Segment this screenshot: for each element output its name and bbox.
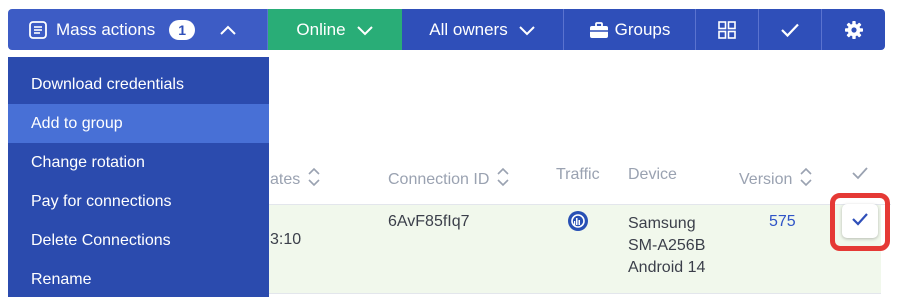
row-divider xyxy=(269,293,881,294)
row-time: 3:10 xyxy=(270,231,302,248)
column-header-label: ates xyxy=(270,170,301,188)
check-icon xyxy=(851,166,869,185)
online-label: Online xyxy=(296,19,346,39)
column-header-label: Traffic xyxy=(556,166,600,183)
settings-button[interactable] xyxy=(822,9,885,50)
mass-actions-button[interactable]: Mass actions 1 xyxy=(8,9,268,50)
sort-icon xyxy=(308,166,320,193)
check-icon xyxy=(780,22,800,38)
menu-item-change-rotation[interactable]: Change rotation xyxy=(8,143,269,182)
groups-label: Groups xyxy=(614,19,671,39)
device-model: SM-A256B xyxy=(628,237,706,254)
column-header-label: Device xyxy=(628,166,677,183)
column-header-label: Connection ID xyxy=(388,170,490,188)
column-header-select-all[interactable] xyxy=(851,166,869,185)
row-connection-id[interactable]: 6AvF85fIq7 xyxy=(388,213,470,231)
document-list-icon xyxy=(28,20,48,40)
gear-icon xyxy=(844,20,864,40)
row-select-checkbox[interactable] xyxy=(842,204,878,238)
traffic-chart-icon[interactable] xyxy=(568,211,588,231)
selected-count-badge: 1 xyxy=(169,19,196,40)
grid-view-button[interactable] xyxy=(696,9,759,50)
briefcase-icon xyxy=(589,21,609,39)
status-filter-online[interactable]: Online xyxy=(268,9,402,50)
device-brand: Samsung xyxy=(628,215,696,232)
toolbar: Mass actions 1 Online All owners Groups xyxy=(8,9,885,50)
owners-filter[interactable]: All owners xyxy=(402,9,564,50)
sort-icon xyxy=(497,166,509,193)
column-header-dates[interactable]: ates xyxy=(270,166,320,193)
mass-actions-label: Mass actions xyxy=(56,19,156,39)
chevron-down-icon xyxy=(356,24,374,36)
groups-button[interactable]: Groups xyxy=(564,9,696,50)
column-header-device: Device xyxy=(628,166,677,184)
menu-item-add-to-group[interactable]: Add to group xyxy=(8,104,269,143)
column-header-connection-id[interactable]: Connection ID xyxy=(388,166,509,193)
menu-item-download-credentials[interactable]: Download credentials xyxy=(8,65,269,104)
mass-actions-menu: Download credentials Add to group Change… xyxy=(8,57,269,297)
grid-icon xyxy=(718,20,736,39)
chevron-down-icon xyxy=(518,24,536,36)
row-version[interactable]: 575 xyxy=(769,213,796,231)
menu-item-pay-for-connections[interactable]: Pay for connections xyxy=(8,182,269,221)
sort-icon xyxy=(800,166,812,193)
column-header-traffic: Traffic xyxy=(556,166,600,184)
select-button[interactable] xyxy=(759,9,822,50)
column-header-version[interactable]: Version xyxy=(739,166,812,193)
check-icon xyxy=(851,212,869,231)
owners-label: All owners xyxy=(429,19,508,39)
menu-item-delete-connections[interactable]: Delete Connections xyxy=(8,221,269,260)
row-device: Samsung SM-A256B Android 14 xyxy=(628,213,705,279)
device-os: Android 14 xyxy=(628,259,706,276)
menu-item-rename[interactable]: Rename xyxy=(8,260,269,299)
column-header-label: Version xyxy=(739,170,793,188)
chevron-up-icon xyxy=(219,24,237,36)
